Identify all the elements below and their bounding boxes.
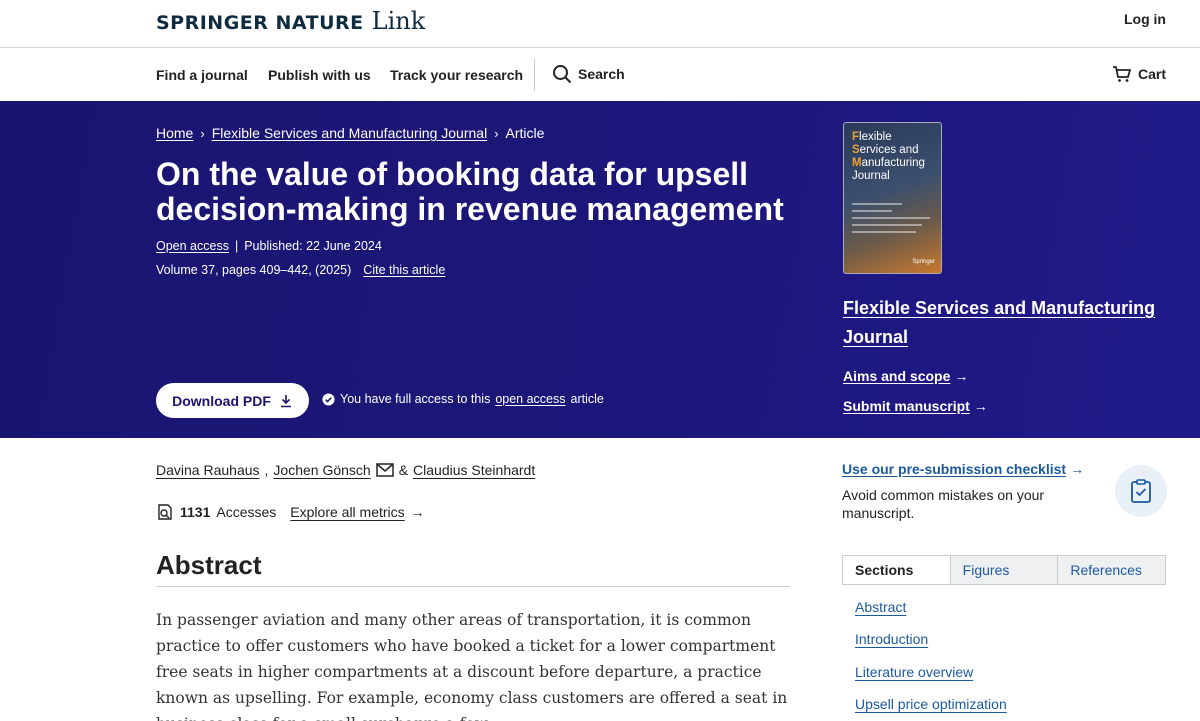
- article-meta-published: Open access | Published: 22 June 2024: [156, 239, 382, 253]
- article-nav-tabs: Sections Figures References: [842, 555, 1166, 585]
- search-icon: [553, 65, 572, 84]
- abstract-text: In passenger aviation and many other are…: [156, 611, 788, 721]
- access-open-access-link[interactable]: open access: [495, 392, 565, 406]
- pre-submission-checklist-link[interactable]: Use our pre-submission checklist →: [842, 461, 1084, 477]
- arrow-right-icon: →: [1070, 461, 1085, 477]
- author-list: Davina Rauhaus, Jochen Gönsch & Claudius…: [156, 462, 535, 478]
- arrow-right-icon: →: [973, 398, 988, 414]
- volume-info: Volume 37, pages 409–442, (2025): [156, 263, 352, 277]
- top-bar: SPRINGER NATURE Link Log in: [0, 0, 1200, 48]
- aims-scope-label: Aims and scope: [843, 368, 951, 384]
- checklist-description: Avoid common mistakes on your manuscript…: [842, 487, 1045, 521]
- toc-item-upsell-price-optimization[interactable]: Upsell price optimization: [855, 696, 1007, 712]
- chevron-right-icon: ›: [200, 125, 205, 141]
- tab-sections[interactable]: Sections: [843, 556, 950, 584]
- page-title: On the value of booking data for upsell …: [156, 156, 784, 227]
- author-link[interactable]: Davina Rauhaus: [156, 462, 260, 478]
- accesses-count: 1131: [180, 504, 211, 520]
- nav-find-journal[interactable]: Find a journal: [156, 67, 248, 83]
- checklist-link-label: Use our pre-submission checklist: [842, 461, 1067, 477]
- access-text-post: article: [570, 392, 604, 406]
- checkmark-circle-icon: [322, 392, 335, 406]
- submit-manuscript-link[interactable]: Submit manuscript →: [843, 398, 988, 414]
- aims-scope-link[interactable]: Aims and scope →: [843, 368, 968, 384]
- search-label: Search: [578, 66, 625, 82]
- arrow-right-icon: →: [410, 504, 425, 520]
- tab-figures[interactable]: Figures: [949, 556, 1058, 584]
- breadcrumb-current: Article: [505, 125, 545, 141]
- cover-title: Flexible Services and Manufacturing Jour…: [852, 131, 925, 182]
- article-meta-volume: Volume 37, pages 409–442, (2025) Cite th…: [156, 263, 445, 277]
- logo-brand-text: SPRINGER NATURE: [156, 12, 364, 34]
- cart-button[interactable]: Cart: [1112, 64, 1166, 84]
- download-icon: [280, 394, 291, 407]
- accesses-icon: [158, 504, 172, 520]
- arrow-right-icon: →: [954, 368, 969, 384]
- cover-publisher: Springer: [912, 259, 935, 265]
- nav-publish-with-us[interactable]: Publish with us: [268, 67, 371, 83]
- cart-icon: [1112, 66, 1131, 82]
- clipboard-check-icon: [1115, 465, 1167, 517]
- access-text-pre: You have full access to this: [340, 392, 491, 406]
- abstract-heading: Abstract: [156, 550, 262, 580]
- tab-references[interactable]: References: [1057, 556, 1166, 584]
- journal-cover-image[interactable]: Flexible Services and Manufacturing Jour…: [843, 122, 942, 274]
- toc-item-literature-overview[interactable]: Literature overview: [855, 664, 973, 680]
- access-status: You have full access to this open access…: [322, 392, 604, 406]
- explore-metrics-link[interactable]: Explore all metrics: [290, 504, 404, 520]
- download-pdf-button[interactable]: Download PDF: [156, 383, 309, 418]
- submit-manuscript-label: Submit manuscript: [843, 398, 970, 414]
- published-date: Published: 22 June 2024: [244, 239, 382, 253]
- author-separator: ,: [264, 462, 269, 478]
- author-separator: &: [398, 462, 409, 478]
- article-hero: Home › Flexible Services and Manufacturi…: [0, 101, 1200, 438]
- article-metrics: 1131 Accesses Explore all metrics →: [156, 503, 425, 521]
- accesses-label: Accesses: [216, 504, 277, 520]
- meta-separator: |: [234, 239, 239, 253]
- breadcrumb-journal[interactable]: Flexible Services and Manufacturing Jour…: [212, 125, 487, 141]
- author-link[interactable]: Jochen Gönsch: [273, 462, 370, 478]
- author-link[interactable]: Claudius Steinhardt: [413, 462, 535, 478]
- cart-label: Cart: [1137, 66, 1166, 82]
- chevron-right-icon: ›: [494, 125, 499, 141]
- toc-item-introduction[interactable]: Introduction: [855, 631, 928, 647]
- journal-name-link[interactable]: Flexible Services and Manufacturing Jour…: [843, 294, 1163, 352]
- login-link[interactable]: Log in: [1124, 11, 1166, 27]
- open-access-link[interactable]: Open access: [156, 239, 229, 253]
- cover-text-lines: [852, 203, 932, 238]
- email-icon[interactable]: [375, 463, 394, 477]
- nav-track-research[interactable]: Track your research: [390, 67, 523, 83]
- download-pdf-label: Download PDF: [172, 392, 271, 409]
- toc-item-abstract[interactable]: Abstract: [855, 599, 906, 615]
- breadcrumb-home[interactable]: Home: [156, 125, 193, 141]
- logo-product-text: Link: [371, 7, 426, 35]
- breadcrumb: Home › Flexible Services and Manufacturi…: [156, 125, 544, 141]
- main-nav: Find a journal Publish with us Track you…: [0, 49, 1200, 101]
- search-button[interactable]: Search: [552, 64, 625, 84]
- cite-article-link[interactable]: Cite this article: [363, 263, 445, 277]
- springer-nature-link-logo[interactable]: SPRINGER NATURE Link: [156, 7, 425, 35]
- nav-divider: [534, 59, 535, 91]
- abstract-divider: [156, 586, 790, 587]
